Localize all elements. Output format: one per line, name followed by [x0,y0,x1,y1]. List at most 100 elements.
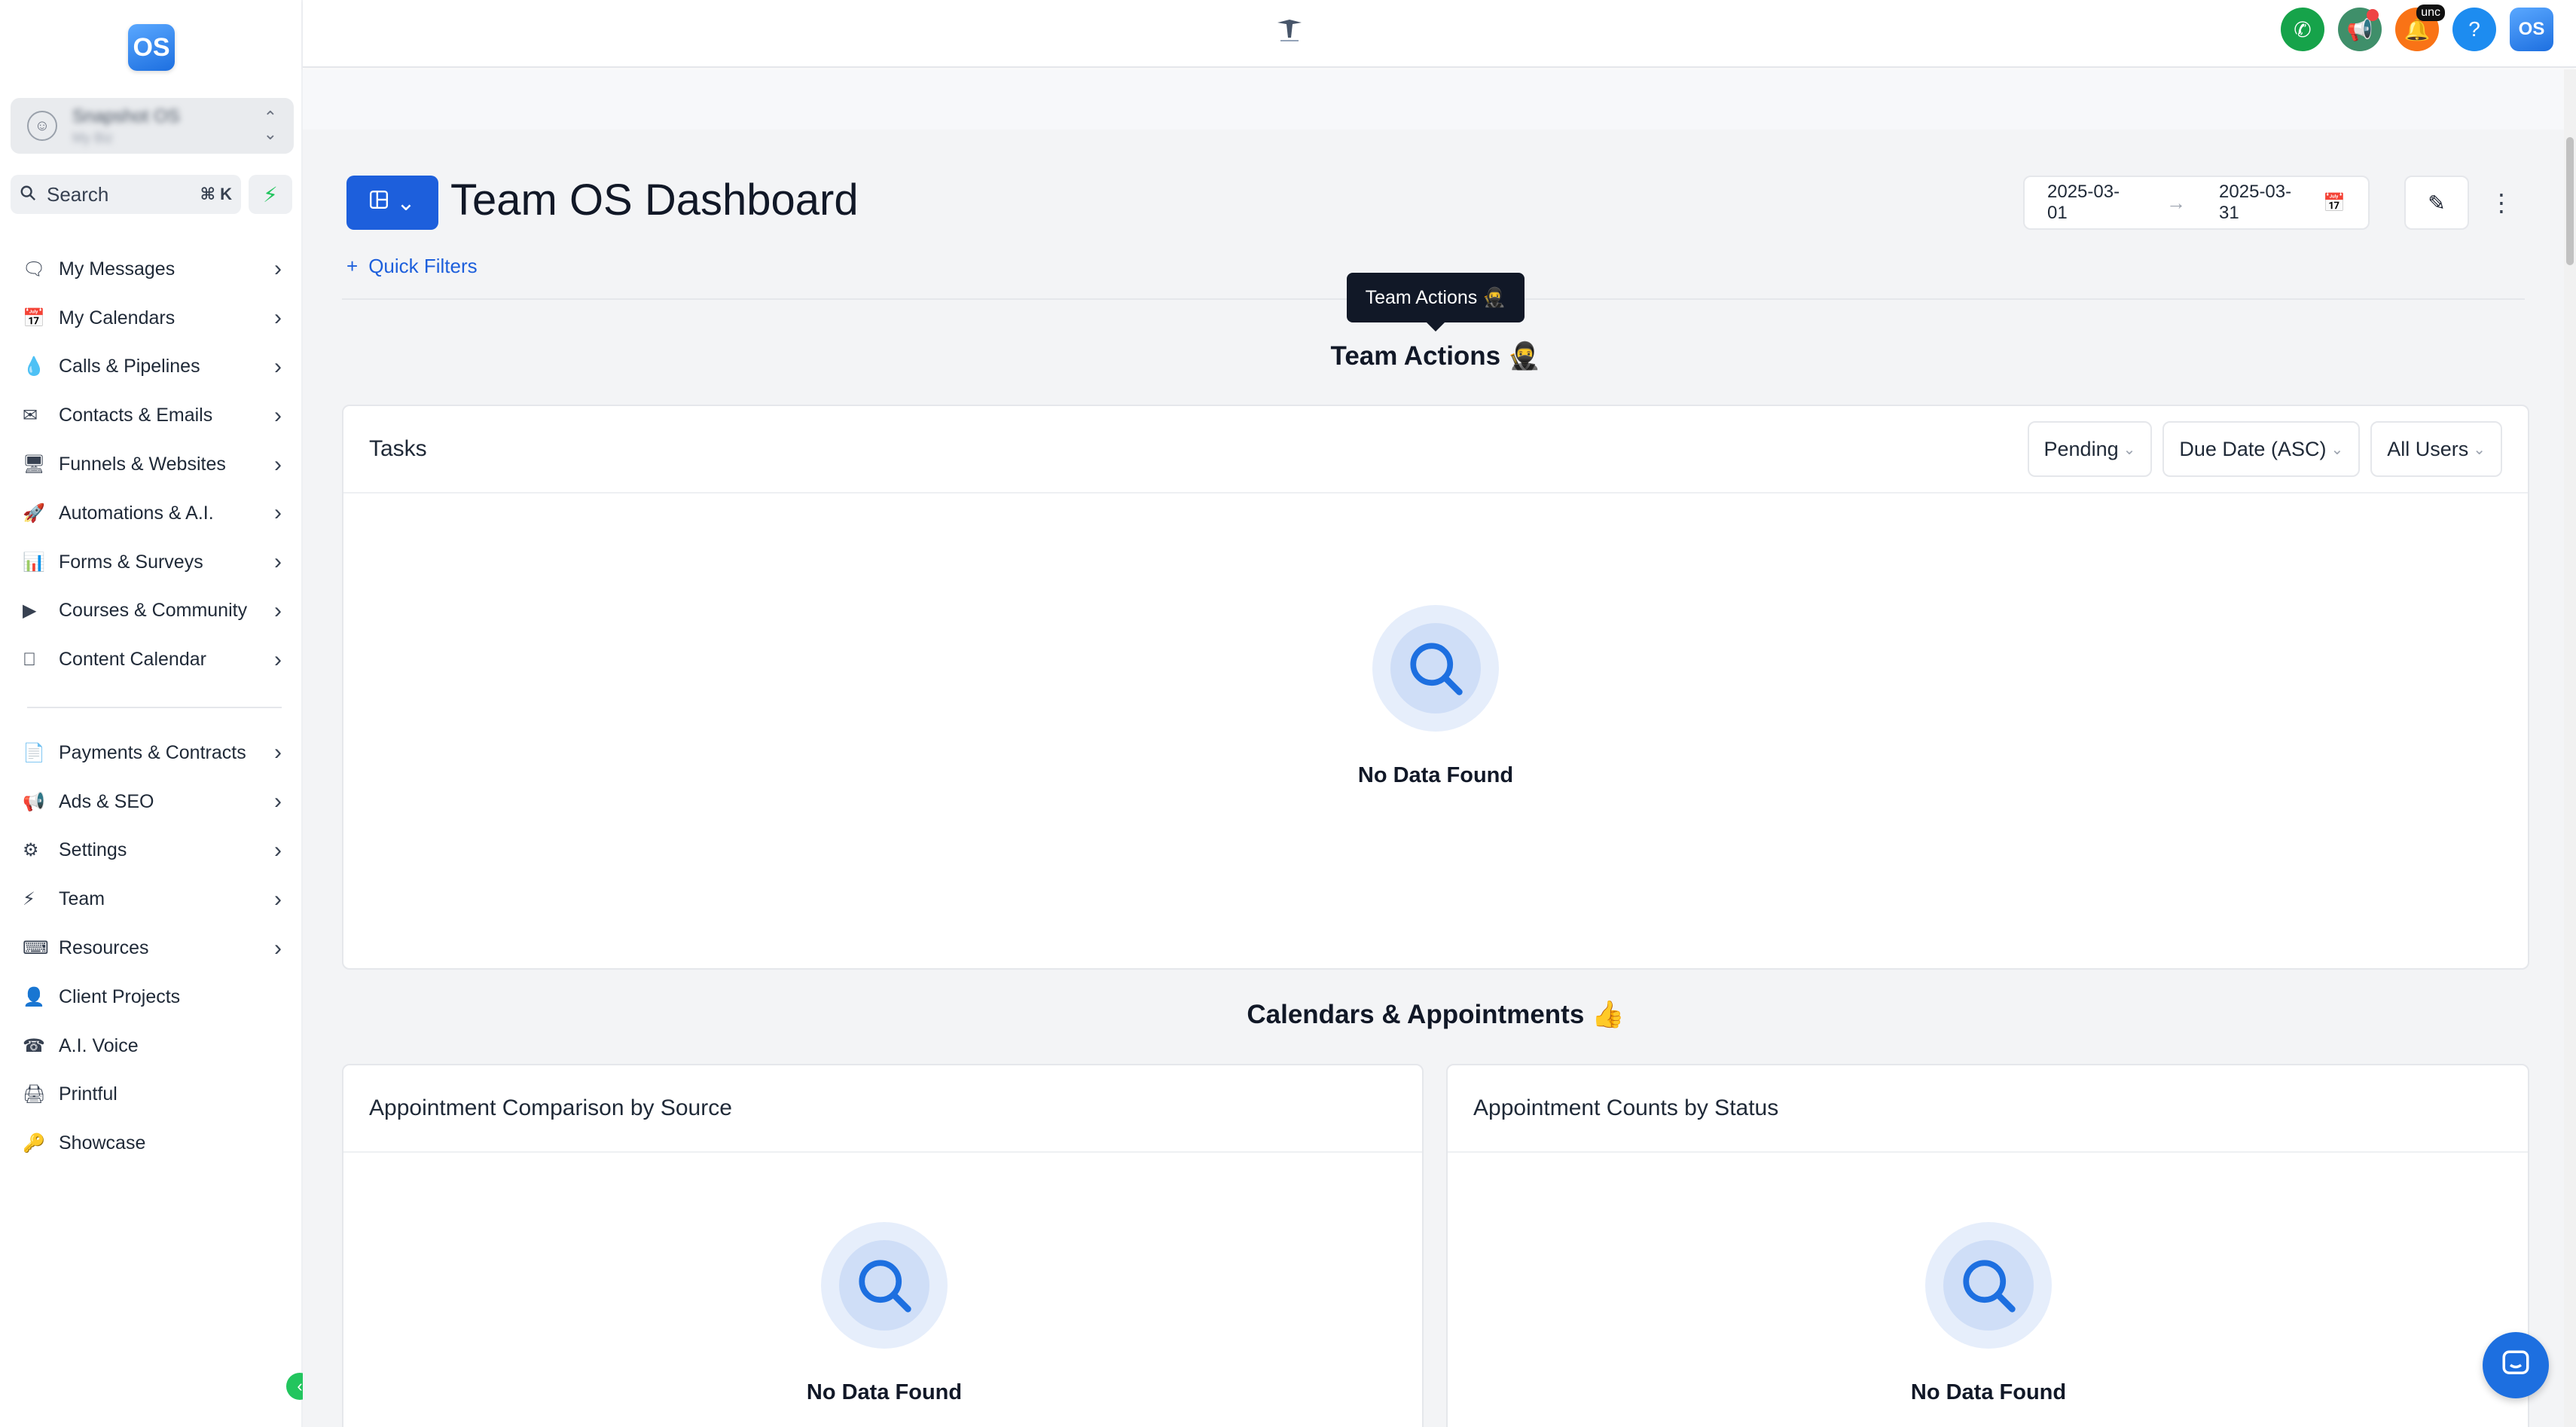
invoice-icon: 📄 [23,742,45,763]
sort-filter-select[interactable]: Due Date (ASC) ⌄ [2162,421,2361,477]
tasks-card-title: Tasks [369,436,427,461]
sidebar-item-team[interactable]: ⚡ Team › [0,875,303,924]
sidebar-item-my-messages[interactable]: 🗨 My Messages › [0,245,303,294]
chevron-right-icon: › [274,646,282,672]
lightning-icon: ⚡ [263,182,278,206]
empty-search-icon [1372,605,1499,732]
chat-widget-button[interactable] [2483,1332,2549,1398]
appointment-source-empty-state: No Data Found [749,1222,1020,1405]
empty-state-text: No Data Found [806,1380,963,1404]
chevron-down-icon: ⌄ [396,190,416,215]
search-input[interactable]: Search ⌘ K [11,175,241,214]
user-icon: 👤 [23,986,45,1007]
sidebar-item-payments-contracts[interactable]: 📄 Payments & Contracts › [0,729,303,778]
sidebar-item-settings[interactable]: ⚙ Settings › [0,827,303,875]
chevron-right-icon: › [274,935,282,961]
status-filter-select[interactable]: Pending ⌄ [2027,421,2153,477]
sidebar-item-content-calendar[interactable]:  Content Calendar › [0,635,303,684]
chevron-right-icon: › [274,837,282,863]
sidebar-item-label: A.I. Voice [59,1034,139,1056]
brand-logo-icon[interactable] [1267,15,1312,45]
video-icon: ▶ [23,600,37,622]
sidebar-item-ads-seo[interactable]: 📢 Ads & SEO › [0,778,303,827]
appointment-source-card-title: Appointment Comparison by Source [369,1095,732,1120]
arrow-right-icon: → [2166,191,2187,214]
section-title-team-actions: Team Actions 🥷 [1330,341,1541,371]
rocket-icon: 🚀 [23,503,45,524]
sidebar-item-courses-community[interactable]: ▶ Courses & Community › [0,587,303,636]
layout-icon [369,190,389,215]
chevron-right-icon: › [274,740,282,765]
keyboard-icon: ⌨ [23,938,49,959]
chevron-right-icon: › [274,256,282,282]
tasks-card: Tasks Pending ⌄ Due Date (ASC) ⌄ All Use… [342,405,2529,970]
sidebar-item-funnels-websites[interactable]: 🖥 Funnels & Websites › [0,440,303,489]
sidebar-item-automations-a-i[interactable]: 🚀 Automations & A.I. › [0,489,303,538]
unread-dot [2367,9,2379,21]
call-button[interactable]: ✆ [2281,8,2324,51]
quick-filters-link[interactable]: + Quick Filters [346,255,478,278]
sidebar-item-label: Funnels & Websites [59,454,226,475]
announcements-button[interactable]: 📢 [2338,8,2382,51]
sidebar-item-resources[interactable]: ⌨ Resources › [0,924,303,973]
apple-icon:  [23,649,48,671]
sidebar-item-label: Contacts & Emails [59,405,213,426]
empty-search-icon [821,1222,948,1349]
sidebar-item-label: Calls & Pipelines [59,356,200,377]
date-to[interactable]: 2025-03-31 [2219,182,2305,224]
account-subtitle: My Biz [72,130,113,145]
app-logo[interactable]: OS [128,24,175,71]
sidebar-item-a-i-voice[interactable]: ☎ A.I. Voice [0,1022,303,1071]
sidebar-item-showcase[interactable]: 🔑 Showcase [0,1119,303,1168]
empty-search-icon [1925,1222,2052,1349]
chevron-right-icon: › [274,597,282,623]
search-row: Search ⌘ K ⚡ [11,175,294,214]
edit-dashboard-button[interactable]: ✎ [2404,176,2469,230]
megaphone-icon: 📢 [2346,17,2373,41]
plus-icon: + [346,255,359,277]
more-options-button[interactable]: ⋮ [2486,185,2517,221]
sidebar-item-my-calendars[interactable]: 📅 My Calendars › [0,294,303,343]
ad-icon: 📢 [23,791,45,812]
sidebar-item-forms-surveys[interactable]: 📊 Forms & Surveys › [0,538,303,587]
profile-avatar-button[interactable]: OS [2510,8,2553,51]
date-from[interactable]: 2025-03-01 [2047,182,2133,224]
users-filter-value: All Users [2387,437,2469,460]
chevron-right-icon: › [274,549,282,575]
account-avatar-icon: ☺ [27,111,57,141]
sidebar-item-calls-pipelines[interactable]: 💧 Calls & Pipelines › [0,343,303,392]
sidebar-item-printful[interactable]: 🖨 Printful [0,1071,303,1120]
dashboard-switcher-button[interactable]: ⌄ [346,176,438,230]
chevron-right-icon: › [274,402,282,428]
notifications-button[interactable]: 🔔 unc [2395,5,2445,51]
phone-icon: ☎ [23,1035,45,1056]
sidebar-item-label: Client Projects [59,985,181,1007]
chevron-right-icon: › [274,305,282,331]
sidebar-item-label: Ads & SEO [59,790,154,812]
chevron-down-icon: ⌄ [2473,441,2486,458]
pencil-icon: ✎ [2428,191,2446,215]
scrollbar[interactable] [2564,69,2576,1427]
quick-action-button[interactable]: ⚡ [249,175,292,214]
gear-icon: ⚙ [23,840,39,861]
account-switcher[interactable]: ☺ Snapshot OS My Biz ⌃ ⌄ [11,98,294,154]
sort-filter-value: Due Date (ASC) [2179,437,2327,460]
search-shortcut: ⌘ K [200,185,232,203]
status-filter-value: Pending [2043,437,2119,460]
sidebar-item-contacts-emails[interactable]: ✉ Contacts & Emails › [0,391,303,440]
appointment-status-card-header: Appointment Counts by Status [1448,1065,2528,1153]
nav-divider [27,707,282,708]
calendar-icon: 📅 [23,307,45,328]
section-tooltip: Team Actions 🥷 [1347,273,1525,332]
account-name: Snapshot OS [72,105,180,127]
users-filter-select[interactable]: All Users ⌄ [2370,421,2502,477]
key-icon: 🔑 [23,1133,45,1154]
mail-icon: ✉ [23,405,38,426]
help-button[interactable]: ? [2452,8,2496,51]
empty-state-text: No Data Found [1910,1380,2067,1404]
scroll-thumb[interactable] [2566,137,2574,265]
date-range-picker[interactable]: 2025-03-01 → 2025-03-31 📅 [2023,176,2370,230]
sidebar-item-label: Printful [59,1083,118,1105]
kebab-icon: ⋮ [2489,189,2513,216]
sidebar-item-client-projects[interactable]: 👤 Client Projects [0,973,303,1022]
